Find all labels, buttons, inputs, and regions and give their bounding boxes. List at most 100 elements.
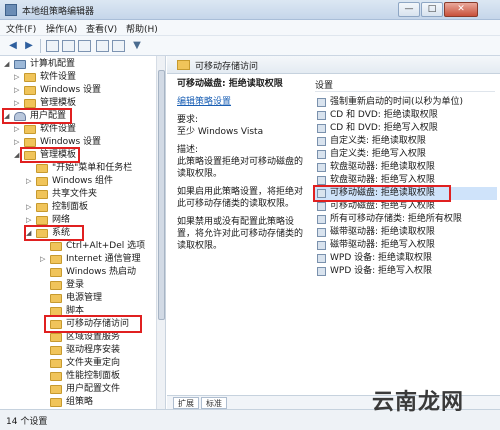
setting-row[interactable]: CD 和 DVD: 拒绝写入权限 (315, 122, 497, 135)
computer-icon (14, 60, 26, 69)
tree-node-label: 性能控制面板 (66, 371, 121, 381)
tree-node-label: "开始"菜单和任务栏 (52, 163, 133, 173)
folder-icon (50, 268, 62, 277)
tree-node-label: Windows 设置 (40, 85, 102, 95)
menu-help[interactable]: 帮助(H) (126, 22, 158, 35)
properties-icon[interactable] (112, 40, 125, 52)
setting-label: WPD 设备: 拒绝读取权限 (330, 253, 433, 263)
up-folder-icon[interactable] (46, 40, 59, 52)
expand-arrow-icon[interactable]: ▷ (40, 253, 48, 265)
folder-icon (50, 385, 62, 394)
folder-icon (24, 125, 36, 134)
details-pane: 可移动存储访问 可移动磁盘: 拒绝读取权限 编辑策略设置 要求: 至少 Windo… (167, 56, 500, 409)
annotation-box-admin-templates (20, 147, 80, 163)
minimize-button[interactable]: — (398, 2, 420, 17)
label: 如果启用此策略设置，将拒绝对此可移动存储类的读取权限。 (177, 187, 304, 209)
folder-icon (50, 359, 62, 368)
tree-node-label: 共享文件夹 (52, 189, 98, 199)
tree-node-label: Windows 组件 (52, 176, 114, 186)
tab-standard[interactable]: 标准 (201, 397, 227, 409)
tree-node-label: Ctrl+Alt+Del 选项 (66, 241, 146, 251)
tab-extended[interactable]: 扩展 (173, 397, 199, 409)
tree-node-label: Internet 通信管理 (66, 254, 141, 264)
setting-row[interactable]: 自定义类: 拒绝写入权限 (315, 148, 497, 161)
tree-node-label: 用户配置文件 (66, 384, 121, 394)
folder-icon (24, 73, 36, 82)
setting-label: 强制重新启动的时间(以秒为单位) (330, 97, 464, 107)
setting-icon (317, 241, 326, 250)
expand-arrow-icon[interactable]: ▷ (26, 201, 34, 213)
setting-row[interactable]: CD 和 DVD: 拒绝读取权限 (315, 109, 497, 122)
folder-icon (50, 346, 62, 355)
menu-action[interactable]: 操作(A) (46, 22, 77, 35)
folder-icon (50, 333, 62, 342)
setting-row[interactable]: 软盘驱动器: 拒绝读取权限 (315, 161, 497, 174)
expand-arrow-icon[interactable]: ▷ (14, 123, 22, 135)
setting-row[interactable]: WPD 设备: 拒绝读取权限 (315, 252, 497, 265)
back-arrow-icon[interactable]: ◀ (6, 39, 20, 52)
menu-view[interactable]: 查看(V) (86, 22, 117, 35)
status-text: 14 个设置 (6, 417, 48, 427)
setting-row[interactable]: 磁带驱动器: 拒绝读取权限 (315, 226, 497, 239)
label: 此策略设置拒绝对可移动磁盘的读取权限。 (177, 157, 304, 179)
scrollbar-thumb[interactable] (158, 70, 165, 320)
tree-node-label: 计算机配置 (30, 59, 76, 69)
help-icon[interactable] (96, 40, 109, 52)
setting-label: 磁带驱动器: 拒绝读取权限 (330, 227, 435, 237)
setting-icon (317, 150, 326, 159)
folder-icon (36, 164, 48, 173)
toolbar-divider (40, 39, 41, 53)
label: 描述: (177, 145, 199, 155)
tree-node-label: 控制面板 (52, 202, 89, 212)
label: 如果禁用或没有配置此策略设置，将允许对此可移动存储类的读取权限。 (177, 217, 304, 251)
close-button[interactable]: ✕ (444, 2, 478, 17)
setting-label: 自定义类: 拒绝写入权限 (330, 149, 426, 159)
expand-arrow-icon[interactable]: ◢ (4, 58, 12, 70)
details-header: 可移动存储访问 (167, 56, 500, 74)
setting-row[interactable]: 磁带驱动器: 拒绝写入权限 (315, 239, 497, 252)
maximize-button[interactable]: □ (421, 2, 443, 17)
label[interactable]: 编辑策略设置 (177, 97, 231, 107)
tree-node-label: 文件夹重定向 (66, 358, 121, 368)
forward-arrow-icon[interactable]: ▶ (22, 39, 36, 52)
setting-icon (317, 111, 326, 120)
menu-bar: 文件(F) 操作(A) 查看(V) 帮助(H) (0, 20, 500, 36)
setting-label: CD 和 DVD: 拒绝写入权限 (330, 123, 438, 133)
folder-icon (50, 242, 62, 251)
tree-node-label: 电源管理 (66, 293, 103, 303)
expand-arrow-icon[interactable]: ▷ (14, 71, 22, 83)
setting-icon (317, 267, 326, 276)
setting-icon (317, 215, 326, 224)
setting-icon (317, 124, 326, 133)
setting-label: 软盘驱动器: 拒绝读取权限 (330, 162, 435, 172)
watermark: 云南龙网 (372, 390, 465, 415)
tree-node-label: 软件设置 (40, 72, 77, 82)
annotation-box-removable-storage (44, 315, 142, 333)
folder-icon (50, 294, 62, 303)
menu-file[interactable]: 文件(F) (6, 22, 36, 35)
details-header-title: 可移动存储访问 (195, 62, 259, 72)
tree-node-label: 组策略 (66, 397, 94, 407)
setting-row[interactable]: 自定义类: 拒绝读取权限 (315, 135, 497, 148)
folder-icon (36, 177, 48, 186)
folder-icon (50, 281, 62, 290)
setting-icon (317, 163, 326, 172)
window-title: 本地组策略编辑器 (22, 7, 95, 17)
export-list-icon[interactable] (78, 40, 91, 52)
setting-icon (317, 176, 326, 185)
setting-label: 自定义类: 拒绝读取权限 (330, 136, 426, 146)
tree-scrollbar[interactable] (156, 56, 165, 409)
tree-pane: ◢ 计算机配置 ▷ 软件设置 ▷ Windows 设置 ▷ 管理模板 ◢ 用户配… (0, 56, 166, 409)
title-bar: 本地组策略编辑器 — □ ✕ (0, 0, 500, 20)
setting-row[interactable]: 强制重新启动的时间(以秒为单位) (315, 96, 497, 109)
expand-arrow-icon[interactable]: ▷ (26, 175, 34, 187)
expand-arrow-icon[interactable]: ▷ (14, 84, 22, 96)
label: 要求: (177, 115, 199, 125)
tree-node-label: 驱动程序安装 (66, 345, 121, 355)
setting-row[interactable]: WPD 设备: 拒绝写入权限 (315, 265, 497, 278)
folder-icon (36, 190, 48, 199)
settings-column-header[interactable]: 设置 (315, 78, 495, 92)
show-hide-tree-icon[interactable] (62, 40, 75, 52)
filter-icon[interactable]: ▼ (130, 39, 144, 52)
setting-row[interactable]: 所有可移动存储类: 拒绝所有权限 (315, 213, 497, 226)
